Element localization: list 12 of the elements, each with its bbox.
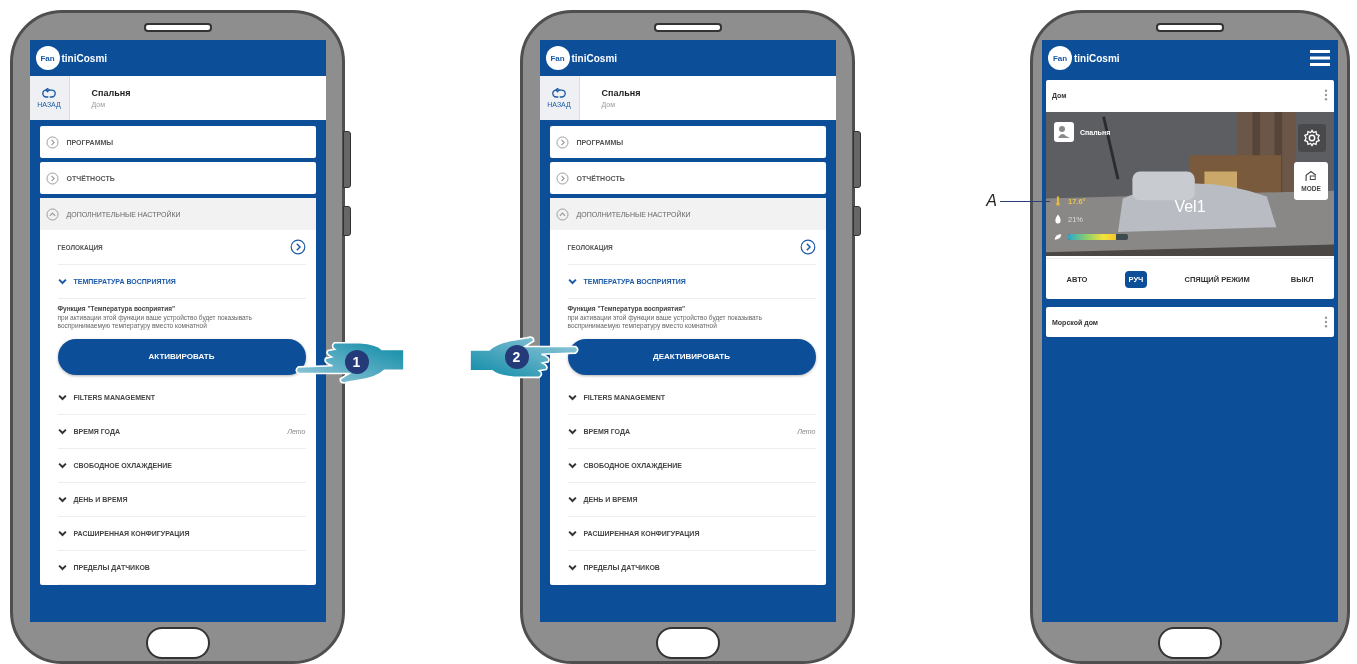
logo-text: tiniCosmi xyxy=(571,52,618,64)
speed-label: Vel1 xyxy=(1174,198,1206,216)
logo-badge: Fan xyxy=(1048,46,1072,70)
room-title: Спальня xyxy=(601,88,641,98)
logo-badge: Fan xyxy=(35,46,60,70)
logo-text: tiniCosmi xyxy=(61,52,108,64)
logo-badge: Fan xyxy=(545,46,570,70)
logo-text: tiniCosmi xyxy=(1074,52,1120,64)
action-button[interactable]: ДЕАКТИВИРОВАТЬ xyxy=(567,338,816,375)
callout-label: A xyxy=(986,192,997,210)
room-title: Спальня xyxy=(91,88,131,98)
action-button[interactable]: АКТИВИРОВАТЬ xyxy=(57,338,306,375)
